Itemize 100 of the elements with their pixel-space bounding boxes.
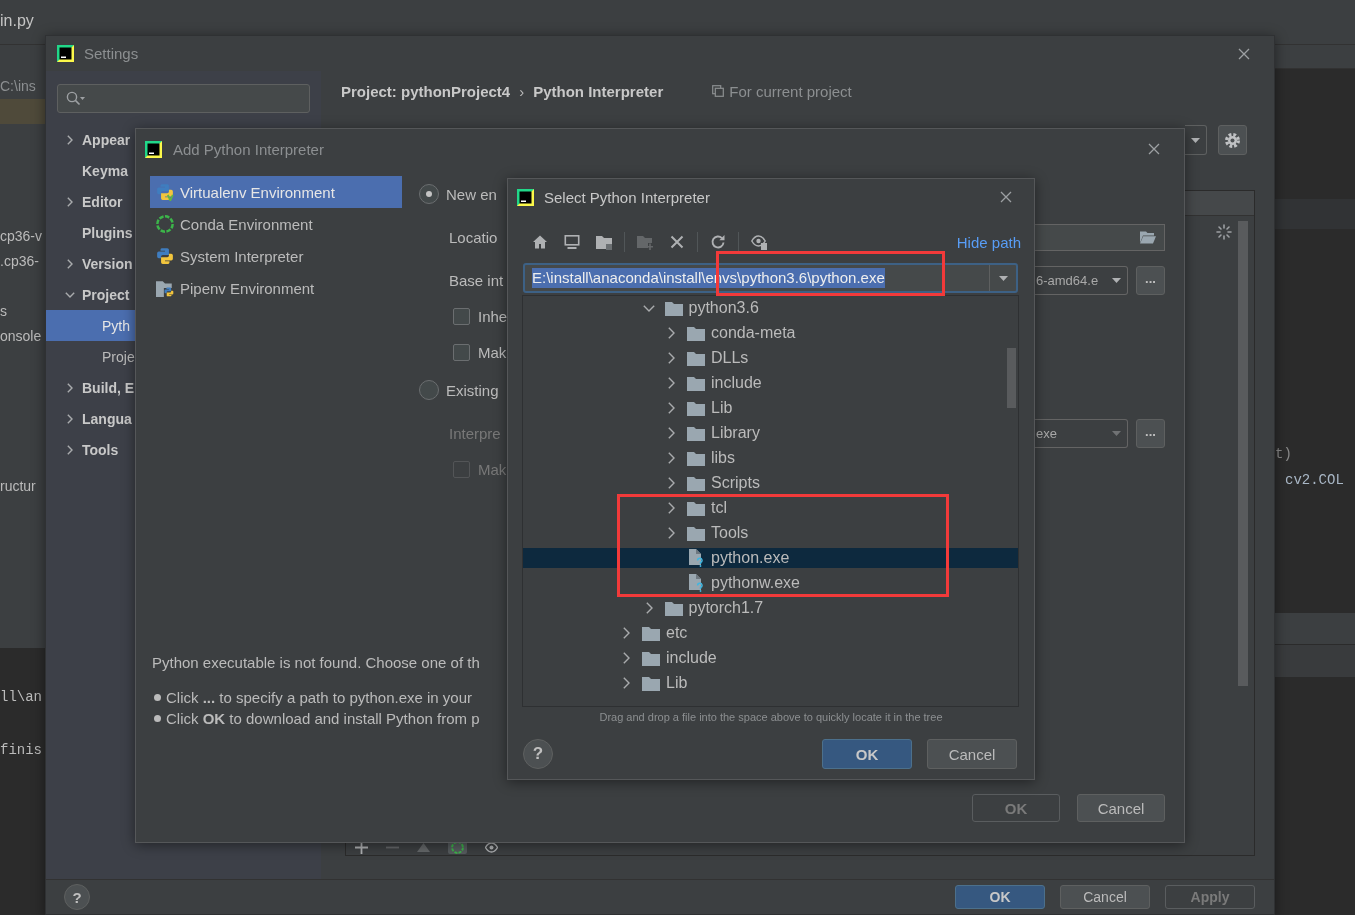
close-icon[interactable] <box>1238 47 1250 60</box>
scrollbar[interactable] <box>1007 348 1016 408</box>
settings-nav-item[interactable]: Keyma <box>46 155 135 186</box>
eye-icon[interactable] <box>485 841 498 854</box>
folder-icon <box>687 350 705 366</box>
chevron-icon[interactable] <box>623 652 630 664</box>
settings-nav-item[interactable]: Editor <box>46 186 135 217</box>
settings-nav-item[interactable]: Project <box>46 279 135 310</box>
caret-icon[interactable] <box>998 275 1008 281</box>
ok-button[interactable]: OK <box>955 885 1045 909</box>
checkbox-label[interactable]: Mak <box>478 343 507 361</box>
scrollbar[interactable] <box>1238 221 1248 686</box>
environment-type-item[interactable]: System Interpreter <box>150 240 402 272</box>
chevron-icon[interactable] <box>67 258 73 269</box>
chevron-icon[interactable] <box>668 377 675 389</box>
chevron-icon[interactable] <box>642 304 655 312</box>
radio-label[interactable]: Existing <box>446 381 499 399</box>
console-output-line: ll\an <box>0 688 43 707</box>
project-tree-item[interactable]: s <box>0 299 45 324</box>
settings-nav-item[interactable]: Plugins <box>46 217 135 248</box>
settings-button[interactable] <box>1218 125 1247 155</box>
radio-label[interactable]: New en <box>446 185 497 203</box>
chevron-icon[interactable] <box>65 291 75 298</box>
chevron-icon[interactable] <box>668 402 675 414</box>
file-tree-item[interactable]: pythonw.exe <box>523 573 1018 593</box>
file-tree-item[interactable]: include <box>523 373 1018 393</box>
hide-path-link[interactable]: Hide path <box>956 233 1021 251</box>
file-tree-item[interactable]: python.exe <box>523 548 1018 568</box>
chevron-icon[interactable] <box>668 452 675 464</box>
environment-type-item[interactable]: Conda Environment <box>150 208 402 240</box>
checkbox-label[interactable]: Inhe <box>478 307 508 325</box>
delete-icon[interactable] <box>669 234 685 250</box>
file-tree-item[interactable]: conda-meta <box>523 323 1018 343</box>
checkbox[interactable] <box>453 343 470 361</box>
chevron-icon[interactable] <box>67 196 73 207</box>
refresh-icon[interactable] <box>710 234 726 250</box>
help-button[interactable]: ? <box>523 739 553 769</box>
chevron-icon[interactable] <box>668 502 675 514</box>
file-tree-item[interactable]: Lib <box>523 398 1018 418</box>
file-tree-item[interactable]: Scripts <box>523 473 1018 493</box>
settings-nav-item[interactable]: Pyth <box>46 310 135 341</box>
chevron-icon[interactable] <box>668 327 675 339</box>
file-tree-item[interactable]: DLLs <box>523 348 1018 368</box>
chevron-icon[interactable] <box>67 413 73 424</box>
file-tree-item[interactable]: pytorch1.7 <box>523 598 1018 618</box>
eye-icon[interactable] <box>751 234 767 250</box>
search-field[interactable] <box>57 84 310 113</box>
breadcrumb-item: Python Interpreter <box>533 82 664 100</box>
file-tree-item[interactable]: python3.6 <box>523 298 1018 318</box>
chevron-icon[interactable] <box>623 677 630 689</box>
folder-icon <box>687 375 705 391</box>
settings-nav-item[interactable]: Appear <box>46 124 135 155</box>
chevron-icon[interactable] <box>668 427 675 439</box>
environment-type-item[interactable]: Virtualenv Environment <box>150 176 402 208</box>
settings-nav-item[interactable]: Build, E <box>46 372 135 403</box>
chevron-icon[interactable] <box>67 444 73 455</box>
help-button[interactable]: ? <box>64 884 90 910</box>
location-field[interactable] <box>1035 223 1165 251</box>
file-tree-item[interactable]: Tools <box>523 523 1018 543</box>
project-tree-item[interactable]: ructur <box>0 474 45 499</box>
chevron-icon[interactable] <box>623 627 630 639</box>
desktop-icon[interactable] <box>564 234 580 250</box>
browse-button[interactable]: ... <box>1136 265 1165 295</box>
file-tree-item[interactable]: Library <box>523 423 1018 443</box>
instruction-text: Click ... to specify a path to python.exe in your <box>166 689 472 706</box>
checkbox[interactable] <box>453 307 470 325</box>
file-tree-item[interactable]: include <box>523 648 1018 668</box>
file-tab[interactable]: in.py <box>0 11 34 31</box>
project-tree-item[interactable]: C:\ins <box>0 74 45 99</box>
folder-icon[interactable] <box>596 234 612 250</box>
file-tree-item[interactable]: libs <box>523 448 1018 468</box>
folder-icon <box>642 650 660 666</box>
radio-button[interactable] <box>419 184 439 204</box>
settings-nav-item[interactable]: Proje <box>46 341 135 372</box>
chevron-icon[interactable] <box>645 602 653 614</box>
environment-type-item[interactable]: Pipenv Environment <box>150 272 402 304</box>
settings-nav-item[interactable]: Langua <box>46 403 135 434</box>
home-icon[interactable] <box>532 234 548 250</box>
plus-icon[interactable] <box>355 841 368 854</box>
chevron-icon[interactable] <box>668 477 675 489</box>
chevron-icon[interactable] <box>67 134 73 145</box>
file-tree-item[interactable]: tcl <box>523 498 1018 518</box>
settings-nav-item[interactable]: Tools <box>46 434 135 465</box>
project-tree-item[interactable]: .cp36- <box>0 249 45 274</box>
cancel-button[interactable]: Cancel <box>1060 885 1150 909</box>
project-tree-item[interactable]: onsole <box>0 324 45 349</box>
radio-button[interactable] <box>419 380 439 400</box>
file-tree-item[interactable]: etc <box>523 623 1018 643</box>
folder-icon[interactable] <box>1140 230 1156 244</box>
chevron-icon[interactable] <box>67 382 73 393</box>
cancel-button[interactable]: Cancel <box>1077 794 1165 822</box>
chevron-icon[interactable] <box>668 527 675 539</box>
ok-button[interactable]: OK <box>822 739 912 769</box>
chevron-icon[interactable] <box>668 352 675 364</box>
project-tree-item[interactable]: cp36-v <box>0 224 45 249</box>
settings-nav-item[interactable]: Version <box>46 248 135 279</box>
close-icon[interactable] <box>1148 143 1160 155</box>
file-tree-item[interactable]: Lib <box>523 673 1018 693</box>
close-icon[interactable] <box>1000 191 1012 203</box>
cancel-button[interactable]: Cancel <box>927 739 1017 769</box>
